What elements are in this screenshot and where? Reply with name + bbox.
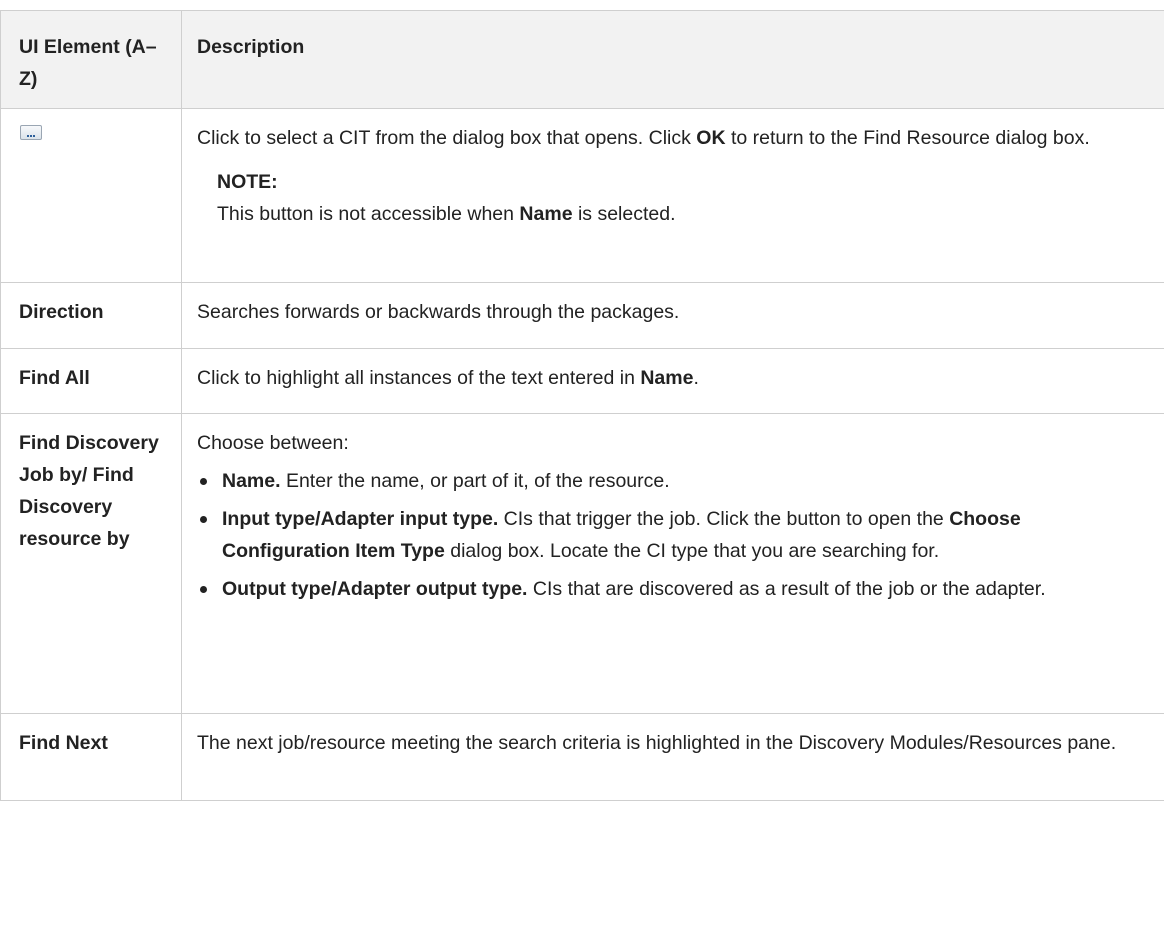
ok-term: OK bbox=[696, 127, 726, 149]
description-text: Click to select a CIT from the dialog bo… bbox=[197, 127, 697, 149]
note-box: NOTE: This button is not accessible when… bbox=[217, 166, 1146, 230]
intro-text: Choose between: bbox=[197, 432, 349, 454]
option-term: Input type/Adapter input type. bbox=[222, 508, 499, 530]
find-all-label: Find All bbox=[19, 367, 90, 389]
bullet-icon bbox=[200, 586, 207, 593]
bullet-icon bbox=[200, 478, 207, 485]
table-header-row: UI Element (A–Z) Description bbox=[0, 10, 1164, 109]
name-term: Name bbox=[519, 203, 573, 225]
table-row: Click to select a CIT from the dialog bo… bbox=[0, 108, 1164, 283]
ellipsis-description-cell: Click to select a CIT from the dialog bo… bbox=[181, 108, 1164, 283]
direction-description: Searches forwards or backwards through t… bbox=[197, 301, 680, 323]
option-term: Output type/Adapter output type. bbox=[222, 578, 528, 600]
bullet-icon bbox=[200, 516, 207, 523]
find-discovery-label: Find Discovery Job by/ Find Discovery re… bbox=[19, 432, 159, 550]
table-row: Find Next The next job/resource meeting … bbox=[0, 713, 1164, 801]
option-term: Name. bbox=[222, 470, 281, 492]
note-title: NOTE: bbox=[217, 171, 278, 193]
ellipsis-element-cell bbox=[0, 108, 182, 283]
description-text: . bbox=[693, 367, 699, 389]
find-next-description: The next job/resource meeting the search… bbox=[197, 732, 1117, 754]
note-text: This button is not accessible when bbox=[217, 203, 520, 225]
header-description: Description bbox=[181, 10, 1164, 109]
table-row: Find Discovery Job by/ Find Discovery re… bbox=[0, 413, 1164, 714]
table-row: Find All Click to highlight all instance… bbox=[0, 348, 1164, 414]
note-text: is selected. bbox=[572, 203, 676, 225]
option-text: Enter the name, or part of it, of the re… bbox=[280, 470, 670, 492]
option-text: CIs that are discovered as a result of t… bbox=[527, 578, 1046, 600]
option-text: CIs that trigger the job. Click the butt… bbox=[498, 508, 950, 530]
option-text: dialog box. Locate the CI type that you … bbox=[444, 540, 940, 562]
list-item: Output type/Adapter output type. CIs tha… bbox=[197, 573, 1146, 605]
header-ui-element: UI Element (A–Z) bbox=[0, 10, 182, 109]
find-discovery-description: Choose between: Name. Enter the name, or… bbox=[182, 414, 1164, 617]
options-list: Name. Enter the name, or part of it, of … bbox=[197, 465, 1146, 605]
list-item: Name. Enter the name, or part of it, of … bbox=[197, 465, 1146, 497]
description-text: to return to the Find Resource dialog bo… bbox=[725, 127, 1090, 149]
table-row: Direction Searches forwards or backwards… bbox=[0, 282, 1164, 349]
description-text: Click to highlight all instances of the … bbox=[197, 367, 641, 389]
direction-label: Direction bbox=[19, 301, 104, 323]
ellipsis-button-icon bbox=[20, 125, 42, 140]
find-next-label: Find Next bbox=[19, 732, 108, 754]
find-all-description: Click to highlight all instances of the … bbox=[182, 349, 1164, 406]
ui-elements-table: UI Element (A–Z) Description Click to se… bbox=[0, 10, 1164, 801]
list-item: Input type/Adapter input type. CIs that … bbox=[197, 503, 1146, 567]
name-term: Name bbox=[640, 367, 694, 389]
